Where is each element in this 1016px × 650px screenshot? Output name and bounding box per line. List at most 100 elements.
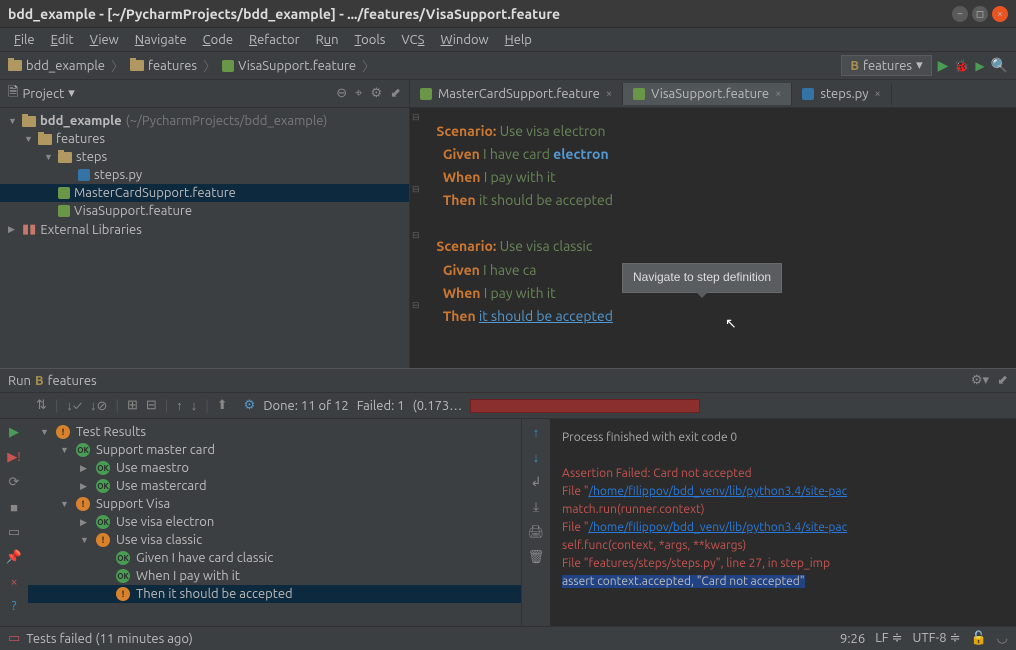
collapse-icon[interactable]: ⊟ [146,398,157,413]
maximize-button[interactable]: ◻ [972,6,988,22]
tree-arrow-icon[interactable]: ▶ [80,517,90,528]
expand-icon[interactable]: ⊞ [127,398,138,413]
close-button[interactable]: × [10,575,17,589]
tree-external-libs[interactable]: ▶ ▮▮ External Libraries [0,220,409,239]
prev-icon[interactable]: ↑ [176,398,183,413]
sort-icon[interactable]: ⇅ [36,398,47,413]
test-scenario-mastercard[interactable]: ▶ OK Use mastercard [28,477,521,495]
stop-button[interactable]: ■ [10,500,18,515]
breadcrumb-features[interactable]: features [130,59,197,73]
menu-vcs[interactable]: VCS [395,31,430,49]
fold-icon[interactable]: ⊟ [412,228,420,243]
help-button[interactable]: ? [11,599,16,613]
tree-arrow-icon[interactable]: ▼ [40,427,50,437]
rerun-button[interactable]: ▶ [9,425,19,440]
tree-arrow-icon[interactable]: ▼ [80,535,90,545]
close-button[interactable]: × [992,6,1008,22]
menu-run[interactable]: Run [310,31,345,49]
down-icon[interactable]: ↓ [533,450,540,465]
close-icon[interactable]: × [775,88,781,100]
step-link[interactable]: it should be accepted [479,308,613,324]
close-icon[interactable]: × [606,88,612,100]
tree-mastercard-feature[interactable]: MasterCardSupport.feature [0,184,409,202]
editor-content[interactable]: ⊟ Scenario: Use visa electron Given I ha… [410,108,1016,368]
gear-icon[interactable]: ⚙ [244,398,256,413]
rerun-failed-button[interactable]: ▶! [7,450,21,465]
export-icon[interactable]: ⬆ [217,398,228,413]
tree-arrow-icon[interactable]: ▼ [60,499,70,509]
target-icon[interactable]: ⌖ [355,86,362,101]
scroll-end-icon[interactable]: ⤓ [533,500,539,515]
menu-tools[interactable]: Tools [349,31,392,49]
softwrap-icon[interactable]: ↲ [531,475,542,490]
line-ending[interactable]: LF ≑ [875,631,902,646]
tree-arrow-icon[interactable]: ▶ [80,481,90,492]
cursor-position[interactable]: 9:26 [840,632,865,646]
menu-navigate[interactable]: Navigate [129,31,193,49]
breadcrumb-root[interactable]: bdd_example [8,59,105,73]
breadcrumb-file[interactable]: VisaSupport.feature [222,59,356,73]
test-feature-visa[interactable]: ▼ ! Support Visa [28,495,521,513]
tree-arrow-icon[interactable]: ▼ [8,116,18,126]
tree-arrow-icon[interactable]: ▼ [24,134,34,144]
toggle-autotest-button[interactable]: ⟳ [9,475,20,490]
run-button[interactable]: ▶ [938,57,949,74]
next-icon[interactable]: ↓ [191,398,198,413]
layout-button[interactable]: ▭ [8,525,20,540]
menu-file[interactable]: File [8,31,41,49]
test-step-given[interactable]: OK Given I have card classic [28,549,521,567]
print-icon[interactable]: 🖨 [528,525,545,540]
debug-button[interactable]: 🐞 [954,59,969,73]
minimize-button[interactable]: – [952,6,968,22]
run-config-selector[interactable]: B features ▾ [841,55,931,76]
filter-ignored-icon[interactable]: ↓⊘ [90,398,107,414]
tree-root[interactable]: ▼ bdd_example (~/PycharmProjects/bdd_exa… [0,112,409,130]
indexing-icon[interactable]: ◡ [997,631,1008,646]
menu-window[interactable]: Window [434,31,494,49]
pin-button[interactable]: 📌 [6,550,22,565]
fold-icon[interactable]: ⊟ [412,182,420,197]
hide-icon[interactable]: ⬋ [390,86,401,101]
gear-icon[interactable]: ⚙ [370,86,382,101]
test-root[interactable]: ▼ ! Test Results [28,423,521,441]
search-button[interactable]: 🔍 [991,57,1008,74]
tree-arrow-icon[interactable]: ▶ [8,224,18,235]
fold-icon[interactable]: ⊟ [412,110,420,125]
test-scenario-electron[interactable]: ▶ OK Use visa electron [28,513,521,531]
filter-passed-icon[interactable]: ↓✓ [66,398,82,413]
tree-arrow-icon[interactable]: ▼ [60,445,70,455]
test-scenario-maestro[interactable]: ▶ OK Use maestro [28,459,521,477]
tree-visa-feature[interactable]: VisaSupport.feature [0,202,409,220]
tab-visa[interactable]: VisaSupport.feature × [623,83,792,105]
tree-steps[interactable]: ▼ steps [0,148,409,166]
menu-edit[interactable]: Edit [45,31,80,49]
clear-icon[interactable]: 🗑 [528,550,545,565]
tree-steps-py[interactable]: steps.py [0,166,409,184]
menu-code[interactable]: Code [197,31,239,49]
project-header-title[interactable]: 🗎 Project ▾ [8,83,336,105]
coverage-button[interactable]: ▶ [975,59,984,73]
file-link[interactable]: /home/filippov/bdd_venv/lib/python3.4/si… [589,485,848,498]
lock-icon[interactable]: 🔓 [970,631,986,646]
close-icon[interactable]: × [875,88,881,100]
menu-help[interactable]: Help [499,31,538,49]
tab-mastercard[interactable]: MasterCardSupport.feature × [410,83,623,105]
tree-arrow-icon[interactable]: ▼ [44,152,54,162]
test-feature-mastercard[interactable]: ▼ OK Support master card [28,441,521,459]
tree-arrow-icon[interactable]: ▶ [80,463,90,474]
collapse-icon[interactable]: ⊖ [336,86,347,101]
encoding[interactable]: UTF-8 ≑ [913,631,961,646]
file-link[interactable]: /home/filippov/bdd_venv/lib/python3.4/si… [589,521,848,534]
hide-icon[interactable]: ⬋ [997,373,1008,388]
up-icon[interactable]: ↑ [533,425,540,440]
test-step-then[interactable]: ! Then it should be accepted [28,585,521,603]
gear-icon[interactable]: ⚙▾ [971,373,989,388]
run-panel-title[interactable]: Run B features [8,374,971,388]
test-step-when[interactable]: OK When I pay with it [28,567,521,585]
tree-features[interactable]: ▼ features [0,130,409,148]
tab-steps[interactable]: steps.py × [792,83,891,105]
test-scenario-classic[interactable]: ▼ ! Use visa classic [28,531,521,549]
menu-refactor[interactable]: Refactor [243,31,306,49]
console[interactable]: Process finished with exit code 0 Assert… [550,419,1016,626]
menu-view[interactable]: View [84,31,125,49]
